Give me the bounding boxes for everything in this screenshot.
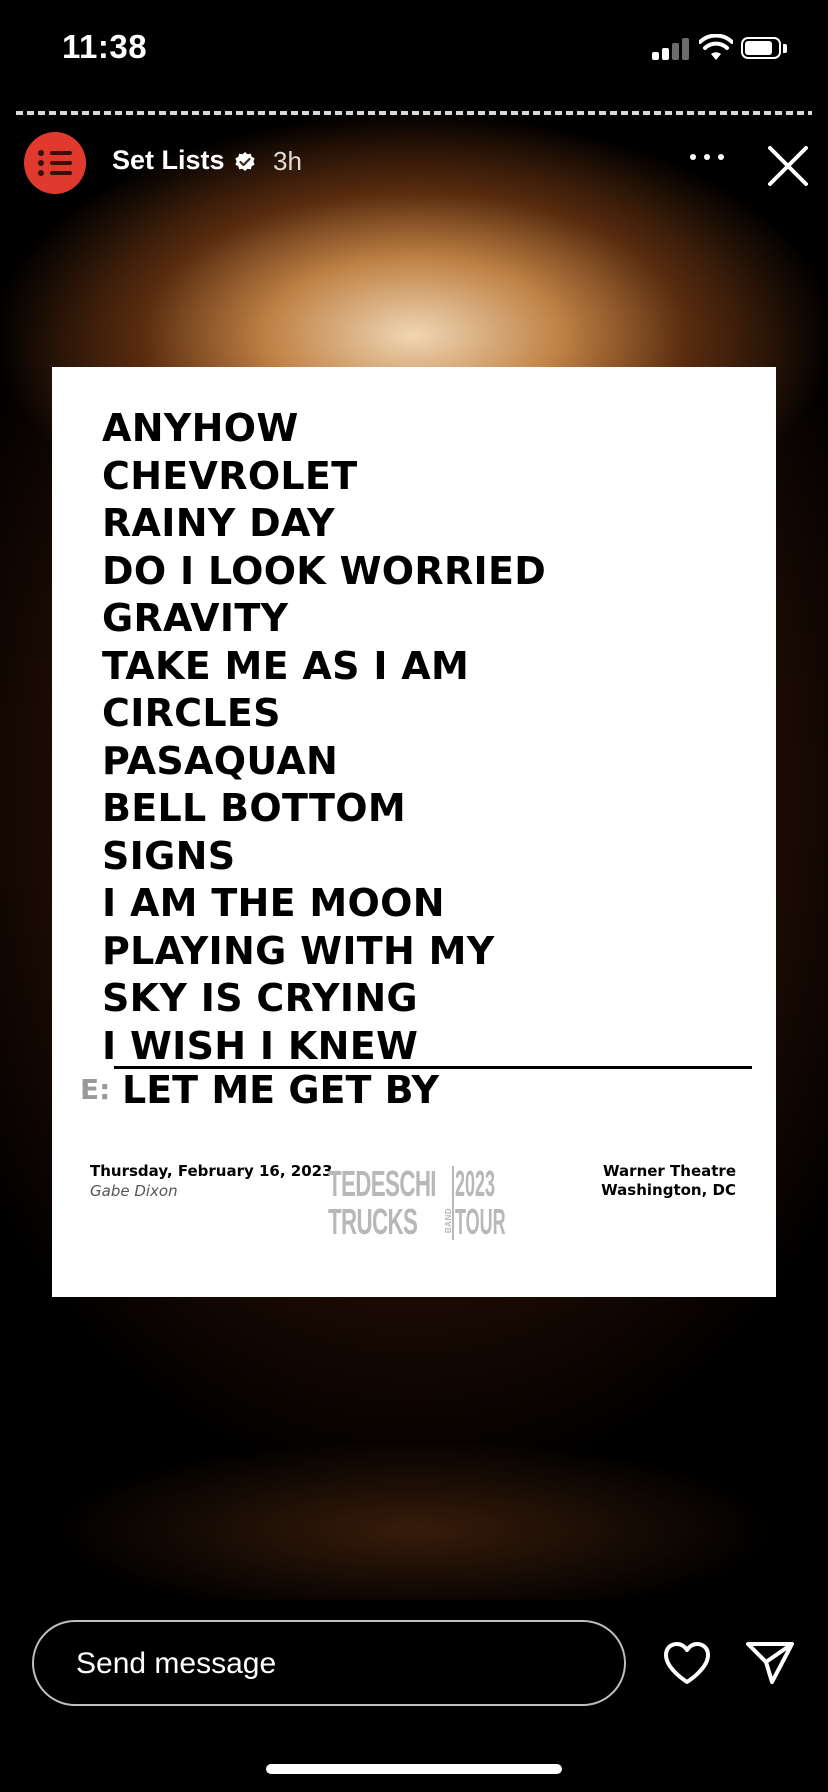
logo-line2: TRUCKS <box>328 1201 418 1242</box>
status-bar: 11:38 <box>0 0 828 95</box>
account-name[interactable]: Set Lists <box>112 145 225 176</box>
song-item: SKY IS CRYING <box>102 976 418 1020</box>
setlist-image[interactable]: ANYHOW CHEVROLET RAINY DAY DO I LOOK WOR… <box>52 367 776 1297</box>
show-date: Thursday, February 16, 2023 <box>90 1162 333 1180</box>
encore-song: LET ME GET BY <box>122 1068 440 1112</box>
venue: Warner Theatre Washington, DC <box>601 1162 736 1200</box>
send-message-field[interactable] <box>32 1620 626 1706</box>
home-indicator[interactable] <box>266 1764 562 1774</box>
logo-divider <box>452 1166 454 1240</box>
send-message-input[interactable] <box>74 1622 598 1706</box>
story-background-glow <box>0 1300 828 1600</box>
song-item: PLAYING WITH MY <box>102 928 495 973</box>
send-icon[interactable] <box>745 1640 795 1686</box>
account-avatar[interactable] <box>24 132 86 194</box>
song-item: DO I LOOK WORRIED <box>102 548 547 593</box>
encore-label: E: <box>80 1073 111 1106</box>
song-item: BELL BOTTOM <box>102 786 406 830</box>
song-item: CIRCLES <box>102 691 281 735</box>
song-item: TAKE ME AS I AM <box>102 643 470 688</box>
status-time: 11:38 <box>62 28 148 65</box>
logo-tour: TOUR <box>455 1201 506 1242</box>
song-item: RAINY DAY <box>102 501 335 545</box>
song-item: PASAQUAN <box>102 738 339 783</box>
song-item: CHEVROLET <box>102 453 358 498</box>
logo-year: 2023 <box>455 1163 496 1204</box>
logo-line1: TEDESCHI <box>328 1163 437 1204</box>
song-item: SIGNS <box>102 833 236 878</box>
battery-icon <box>741 37 789 61</box>
venue-city: Washington, DC <box>601 1181 736 1199</box>
close-icon[interactable] <box>764 142 812 190</box>
song-list: ANYHOW CHEVROLET RAINY DAY DO I LOOK WOR… <box>102 405 546 1070</box>
venue-name: Warner Theatre <box>603 1162 736 1180</box>
opening-act: Gabe Dixon <box>90 1182 178 1200</box>
wifi-icon <box>699 34 733 60</box>
story-time-ago: 3h <box>273 146 302 176</box>
song-item: I WISH I KNEW <box>102 1023 419 1068</box>
cellular-signal-icon <box>652 36 692 60</box>
verified-badge-icon <box>235 152 255 171</box>
tour-logo: TEDESCHI TRUCKS BAND 2023 TOUR <box>328 1163 506 1246</box>
story-progress-bar <box>16 111 812 115</box>
more-icon[interactable] <box>690 150 726 164</box>
song-item: ANYHOW <box>102 406 299 450</box>
heart-icon[interactable] <box>662 1640 712 1686</box>
song-item: GRAVITY <box>102 596 289 640</box>
song-item: I AM THE MOON <box>102 881 445 925</box>
